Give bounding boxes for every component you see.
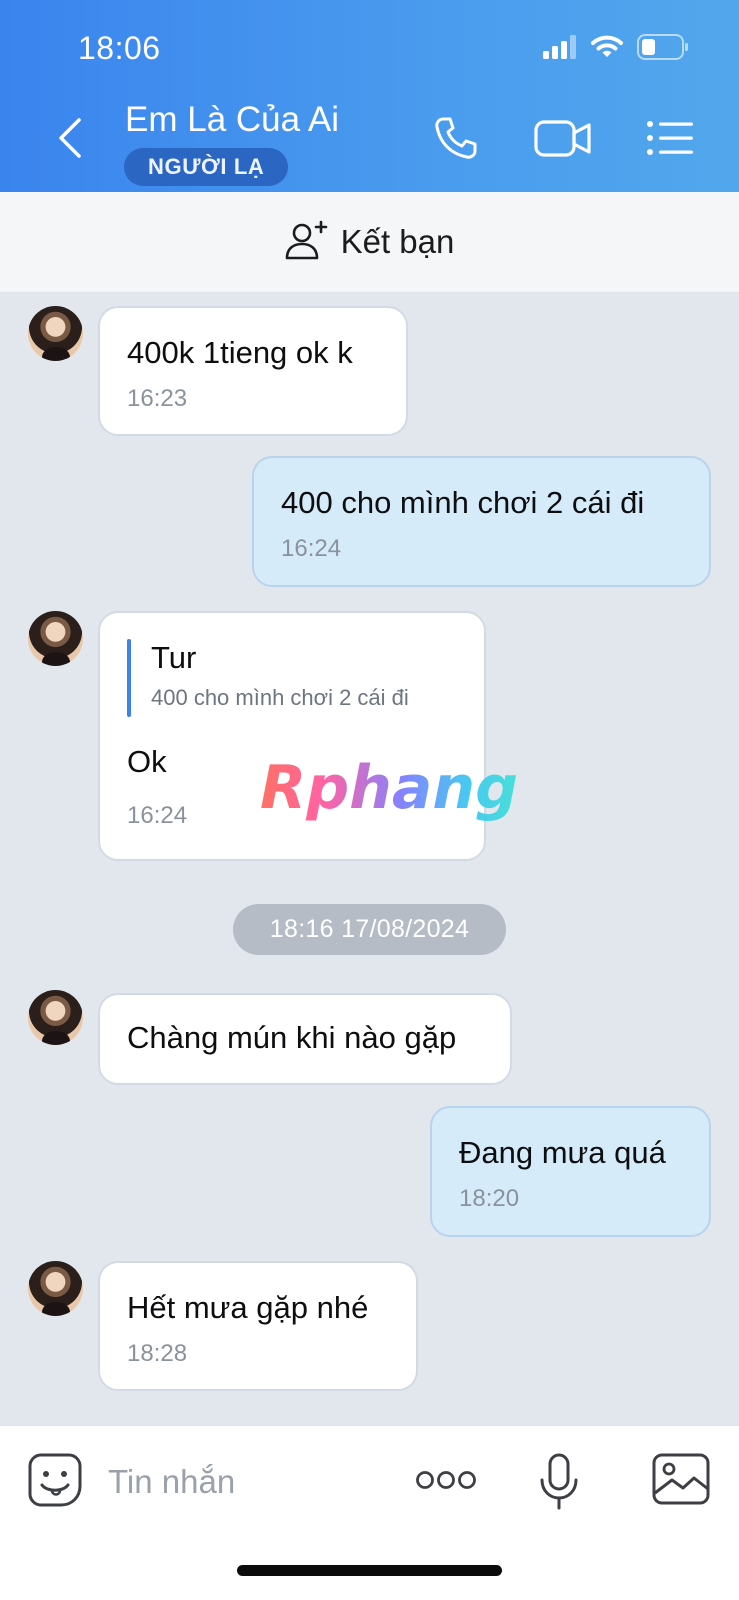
quoted-message[interactable]: Tur 400 cho mình chơi 2 cái đi [127, 639, 457, 717]
message-time: 16:23 [127, 385, 188, 412]
microphone-icon [539, 1453, 579, 1516]
message-text: Đang mưa quá [459, 1135, 666, 1170]
message-bubble-outgoing[interactable]: 400 cho mình chơi 2 cái đi 16:24 [252, 456, 711, 587]
video-camera-icon [533, 117, 593, 164]
contact-name[interactable]: Em Là Của Ai [125, 100, 339, 140]
contact-avatar[interactable] [28, 611, 83, 666]
add-person-icon [285, 220, 329, 265]
message-time: 18:28 [127, 1340, 188, 1367]
sticker-button[interactable] [27, 1452, 83, 1513]
signal-icon [543, 35, 577, 64]
message-bubble-incoming[interactable]: Hết mưa gặp nhé 18:28 [98, 1261, 418, 1391]
chevron-left-icon [57, 117, 83, 164]
message-time: 18:20 [459, 1185, 520, 1212]
home-indicator [237, 1565, 502, 1576]
quote-text: 400 cho mình chơi 2 cái đi [151, 685, 409, 710]
message-text: Hết mưa gặp nhé [127, 1290, 369, 1325]
add-friend-label: Kết bạn [340, 223, 455, 260]
contact-avatar[interactable] [28, 306, 83, 361]
reply-message-bubble[interactable]: Tur 400 cho mình chơi 2 cái đi Ok 16:24 [98, 611, 486, 861]
chat-menu-button[interactable] [644, 110, 696, 170]
add-friend-button[interactable]: Kết bạn [285, 220, 455, 265]
back-button[interactable] [50, 115, 90, 165]
wifi-icon [591, 35, 623, 64]
contact-avatar[interactable] [28, 1261, 83, 1316]
stranger-badge: NGƯỜI LẠ [124, 148, 289, 186]
status-icons [543, 34, 689, 65]
chat-screen: 18:06 Em Là Của Ai NGƯỜI LẠ Kết bạn 400k… [0, 0, 739, 1600]
battery-icon [637, 34, 689, 65]
phone-icon [433, 115, 479, 166]
sticker-smile-icon [27, 1452, 83, 1513]
voice-message-button[interactable] [537, 1453, 581, 1516]
message-text: Chàng mún khi nào gặp [127, 1020, 457, 1055]
more-options-button[interactable] [414, 1460, 478, 1504]
video-call-button[interactable] [531, 110, 595, 170]
message-bubble-incoming[interactable]: Chàng mún khi nào gặp [98, 993, 512, 1085]
message-bubble-outgoing[interactable]: Đang mưa quá 18:20 [430, 1106, 711, 1237]
contact-avatar[interactable] [28, 990, 83, 1045]
add-friend-bar: Kết bạn [0, 192, 739, 293]
watermark-logo: Rphang [260, 753, 519, 823]
quote-accent-bar [127, 639, 131, 717]
voice-call-button[interactable] [426, 110, 486, 170]
message-text: 400 cho mình chơi 2 cái đi [281, 485, 645, 520]
message-input[interactable] [108, 1456, 388, 1508]
message-bubble-incoming[interactable]: 400k 1tieng ok k 16:23 [98, 306, 408, 436]
chat-header: 18:06 Em Là Của Ai NGƯỜI LẠ [0, 0, 739, 192]
quote-author: Tur [151, 640, 197, 675]
date-separator: 18:16 17/08/2024 [233, 904, 506, 955]
status-time: 18:06 [78, 30, 161, 66]
more-dots-icon [415, 1468, 477, 1497]
list-menu-icon [646, 120, 694, 161]
message-time: 16:24 [281, 535, 342, 562]
message-text: 400k 1tieng ok k [127, 335, 353, 370]
image-icon [652, 1453, 710, 1510]
send-image-button[interactable] [652, 1453, 710, 1510]
